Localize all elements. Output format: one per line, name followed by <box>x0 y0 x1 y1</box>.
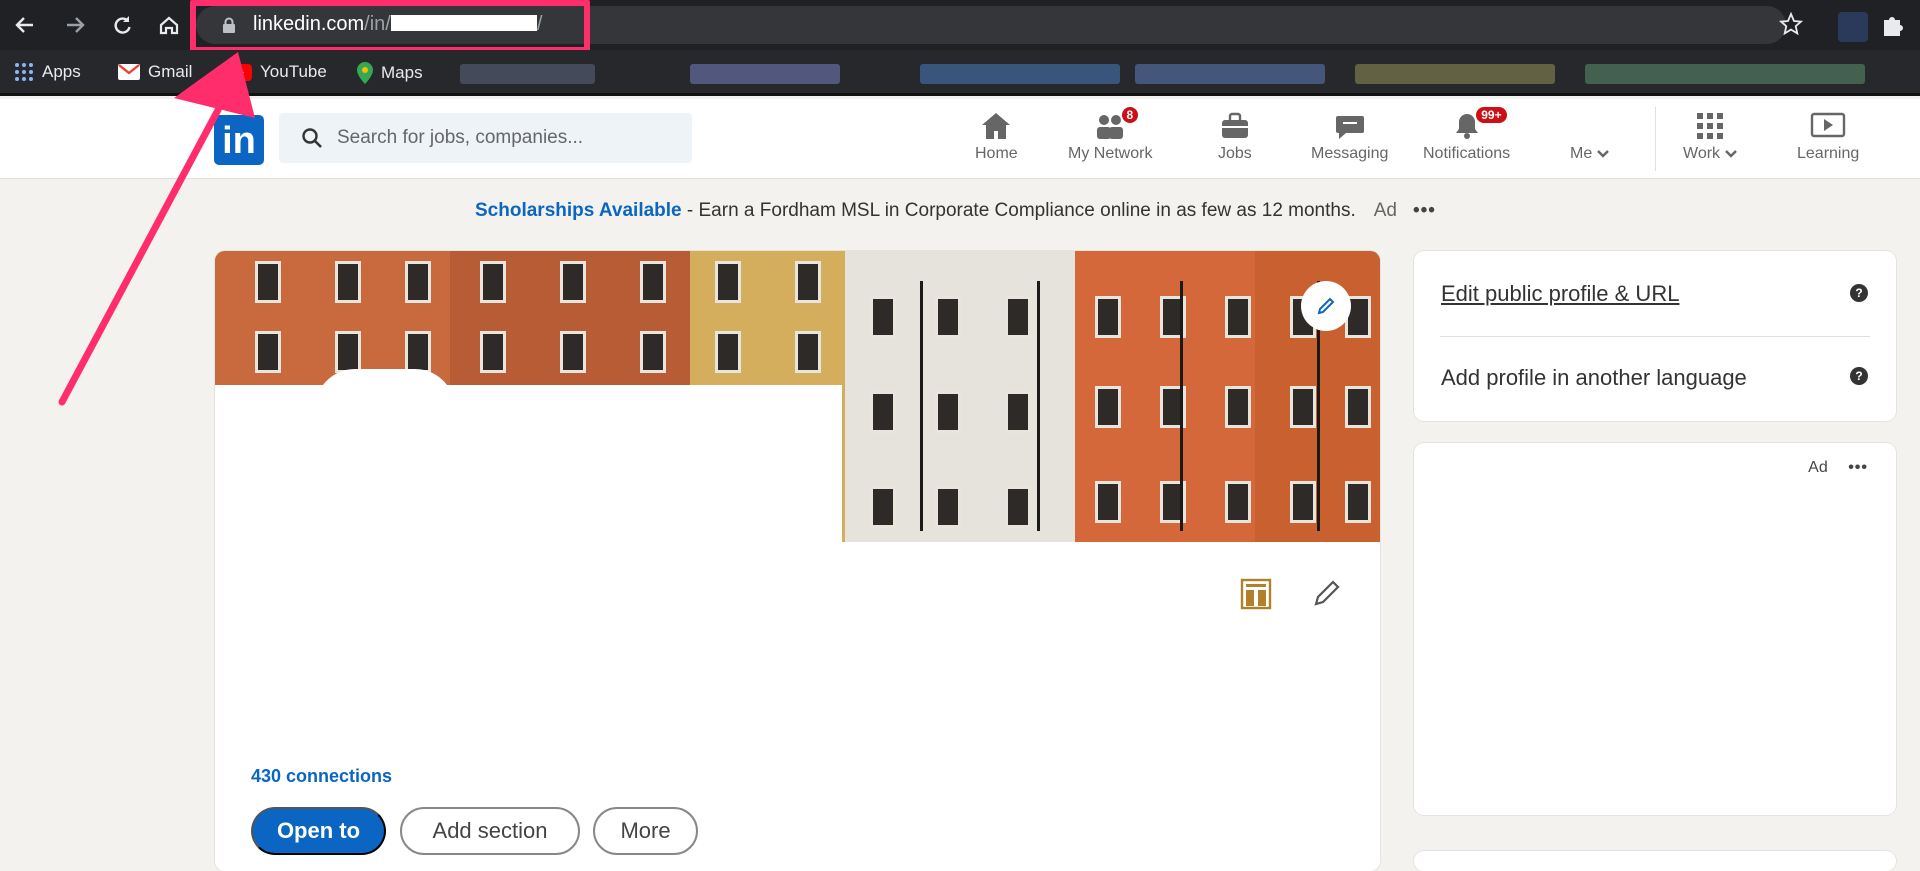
blurred-bookmark[interactable] <box>690 64 840 84</box>
next-card <box>1414 851 1896 871</box>
add-section-button[interactable]: Add section <box>400 807 580 855</box>
back-arrow-icon[interactable] <box>10 10 40 40</box>
edit-public-profile-link[interactable]: Edit public profile & URL <box>1441 281 1679 307</box>
profile-settings-card: Edit public profile & URL ? Add profile … <box>1414 251 1896 421</box>
help-icon[interactable]: ? <box>1850 367 1868 385</box>
nav-notifications[interactable]: 99+ Notifications <box>1423 105 1511 175</box>
blurred-bookmark[interactable] <box>1355 64 1555 84</box>
notification-badge: 99+ <box>1474 105 1509 125</box>
blurred-bookmark[interactable] <box>460 64 595 84</box>
more-button[interactable]: More <box>593 807 698 855</box>
bookmarks-bar: Apps Gmail YouTube Maps <box>0 50 1920 96</box>
ad-text[interactable]: - Earn a Fordham MSL in Corporate Compli… <box>682 200 1356 221</box>
nav-label: Home <box>975 145 1018 162</box>
add-language-profile-link[interactable]: Add profile in another language <box>1441 365 1747 391</box>
profile-badge-icon[interactable] <box>1240 578 1272 615</box>
nav-home[interactable]: Home <box>975 109 1018 175</box>
linkedin-nav: in Home 8 My Network Jobs Messaging <box>0 99 1920 179</box>
connections-link[interactable]: 430 connections <box>251 766 392 787</box>
bookmark-label: Gmail <box>148 62 193 81</box>
apps-grid-icon <box>15 63 33 81</box>
home-icon <box>980 109 1012 143</box>
nav-jobs[interactable]: Jobs <box>1218 109 1252 175</box>
nav-label: My Network <box>1068 145 1153 162</box>
ad-link[interactable]: Scholarships Available <box>475 200 682 221</box>
jobs-briefcase-icon <box>1219 109 1251 143</box>
search-icon <box>301 127 323 154</box>
bookmark-label: Apps <box>42 62 81 81</box>
nav-label: Learning <box>1797 145 1860 162</box>
url-highlight-box <box>190 0 590 53</box>
ad-label: Ad ••• <box>1808 459 1868 476</box>
chevron-down-icon <box>1596 150 1609 158</box>
gmail-icon <box>118 64 140 80</box>
messaging-icon <box>1334 109 1366 143</box>
bookmark-maps[interactable]: Maps <box>357 62 423 84</box>
bookmark-star-icon[interactable] <box>1778 11 1804 41</box>
blurred-bookmark[interactable] <box>1135 64 1325 84</box>
avatar <box>1574 109 1605 143</box>
puzzle-extensions-icon[interactable] <box>1880 12 1906 43</box>
maps-pin-icon <box>357 62 373 84</box>
pencil-icon <box>1317 297 1335 315</box>
nav-me[interactable]: Me <box>1570 109 1609 175</box>
linkedin-logo[interactable]: in <box>214 115 264 165</box>
nav-label: Jobs <box>1218 145 1252 162</box>
blurred-bookmark[interactable] <box>1585 64 1865 84</box>
nav-label: Notifications <box>1423 145 1511 162</box>
bookmark-label: YouTube <box>260 62 327 81</box>
home-browser-icon[interactable] <box>154 10 184 40</box>
edit-profile-pencil-icon[interactable] <box>1312 578 1342 613</box>
nav-divider <box>1655 107 1656 171</box>
edit-cover-button[interactable] <box>1301 281 1351 331</box>
bookmark-label: Maps <box>381 63 423 82</box>
profile-photo[interactable] <box>315 369 455 409</box>
bell-icon: 99+ <box>1451 105 1509 143</box>
nav-my-network[interactable]: 8 My Network <box>1068 105 1153 175</box>
ad-more-button[interactable]: ••• <box>1848 459 1868 476</box>
chevron-down-icon <box>1724 150 1737 158</box>
ad-card: Ad ••• <box>1414 443 1896 815</box>
nav-label: Messaging <box>1311 145 1389 162</box>
profile-card: 430 connections Open to Add section More <box>215 251 1380 871</box>
grid-icon <box>1695 109 1725 143</box>
divider <box>1440 336 1870 337</box>
search-input[interactable] <box>337 113 677 163</box>
bookmark-youtube[interactable]: YouTube <box>228 62 327 82</box>
nav-label: Work <box>1683 145 1737 163</box>
youtube-icon <box>228 63 252 81</box>
ad-more-button[interactable]: ••• <box>1413 200 1436 221</box>
reload-icon[interactable] <box>107 10 137 40</box>
forward-arrow-icon[interactable] <box>60 10 90 40</box>
notification-badge: 8 <box>1119 105 1141 125</box>
nav-label: Me <box>1570 145 1609 163</box>
learning-play-icon <box>1810 109 1846 143</box>
blurred-bookmark[interactable] <box>920 64 1120 84</box>
bookmark-gmail[interactable]: Gmail <box>118 62 192 82</box>
bookmark-apps[interactable]: Apps <box>14 62 81 82</box>
help-icon[interactable]: ? <box>1850 284 1868 302</box>
network-icon: 8 <box>1094 105 1141 143</box>
nav-learning[interactable]: Learning <box>1797 109 1859 175</box>
ad-label: Ad <box>1373 200 1397 221</box>
open-to-button[interactable]: Open to <box>251 807 386 855</box>
redacted-profile-region <box>215 385 842 555</box>
nav-work[interactable]: Work <box>1683 109 1737 175</box>
nav-messaging[interactable]: Messaging <box>1311 109 1388 175</box>
extension-icon[interactable] <box>1838 12 1868 42</box>
search-box[interactable] <box>279 113 692 163</box>
